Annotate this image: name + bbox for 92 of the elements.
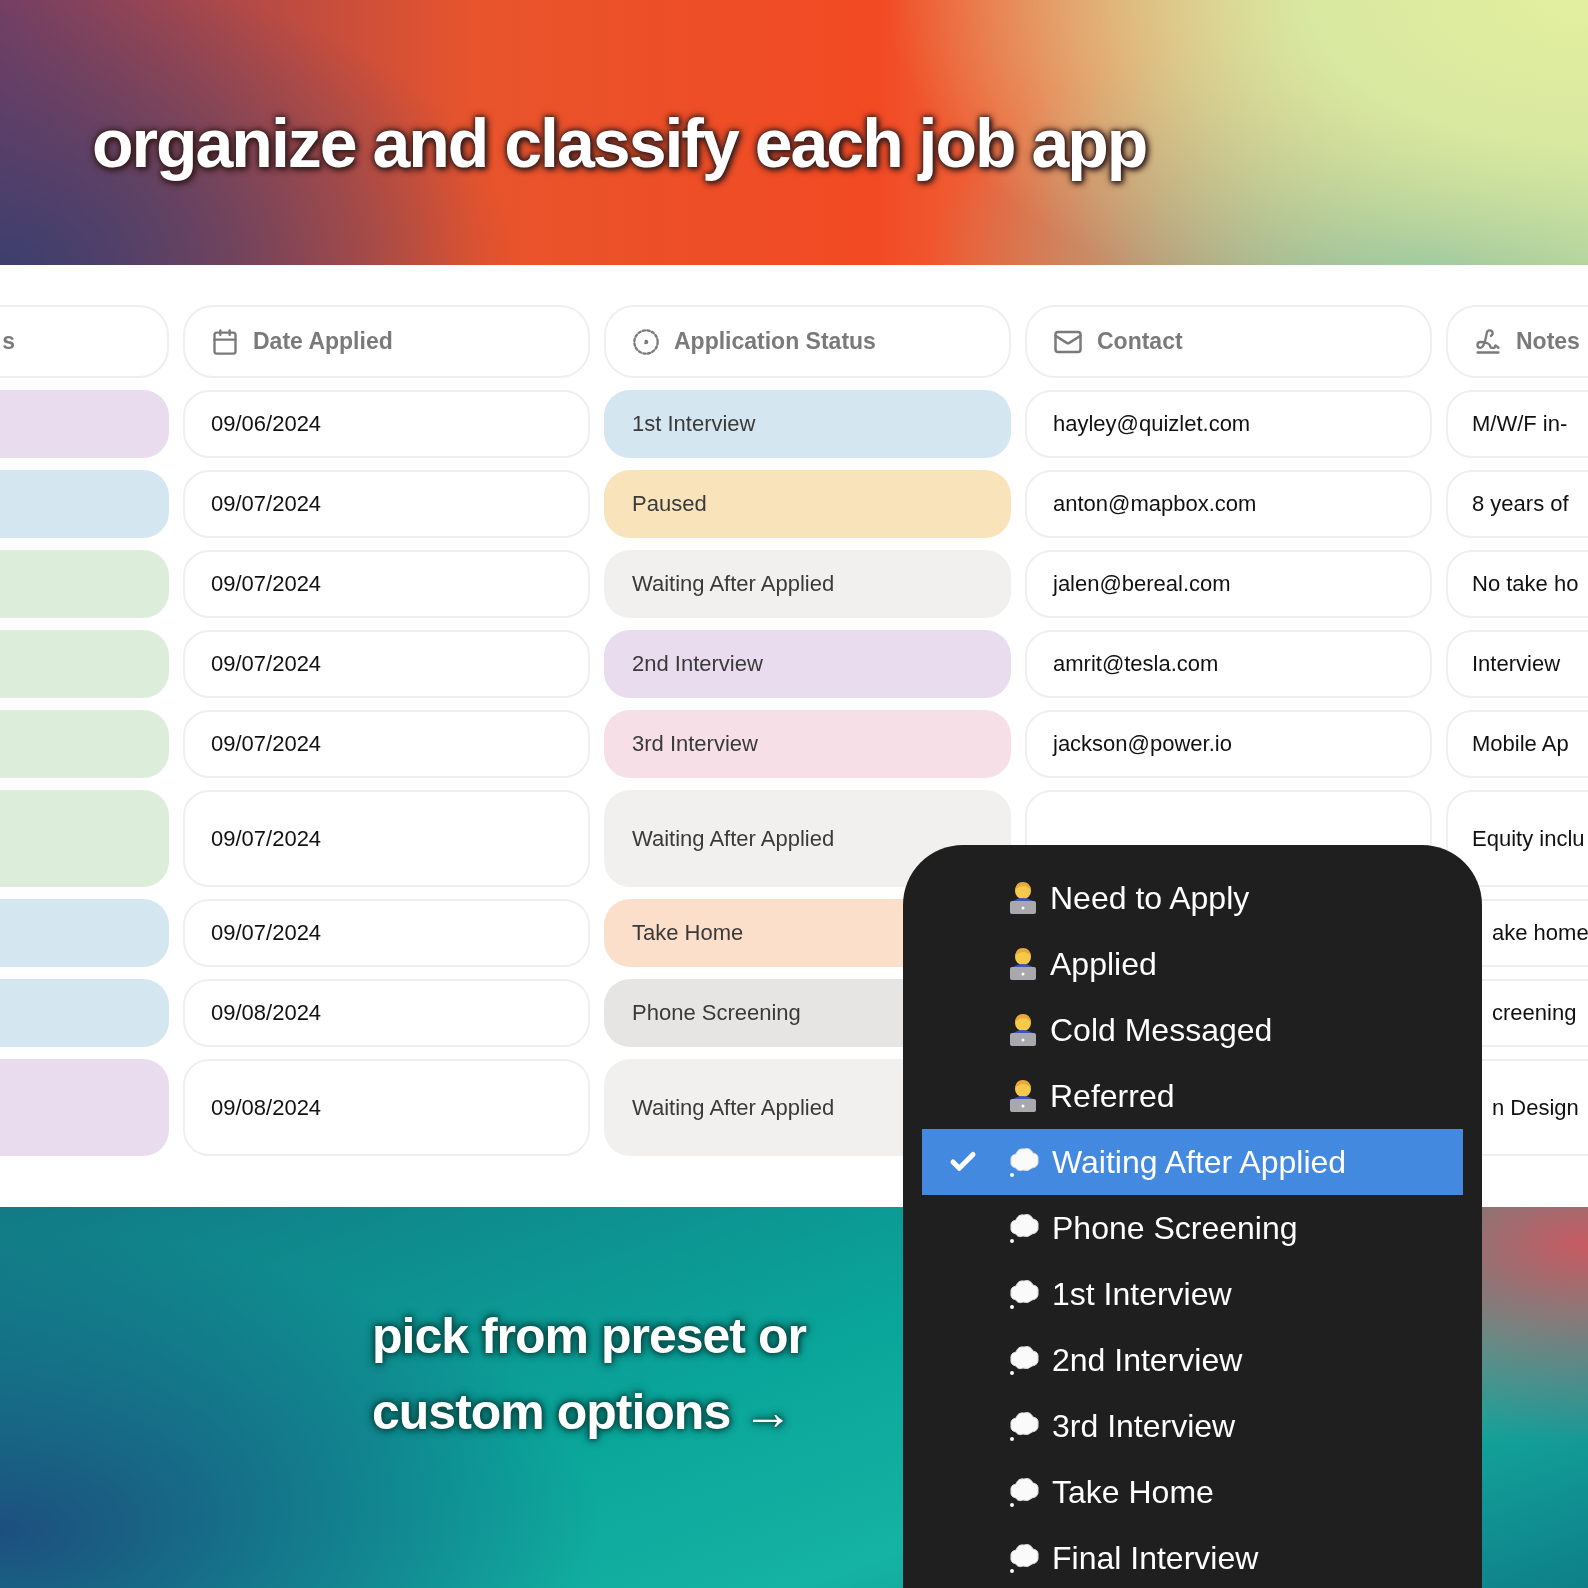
contact-email: jackson@power.io — [1053, 731, 1232, 757]
status-pill[interactable]: 3rd Interview — [604, 710, 1011, 778]
thought-bubble-icon — [1008, 1278, 1040, 1310]
status-pill[interactable]: Waiting After Applied — [604, 790, 1011, 887]
column-header[interactable]: s — [0, 305, 169, 378]
column-header-label: Contact — [1097, 328, 1183, 355]
date-cell[interactable]: 09/08/2024 — [183, 1059, 590, 1156]
status-text: Waiting After Applied — [632, 825, 835, 852]
notes-text: Interview — [1472, 651, 1561, 677]
dropdown-option[interactable]: 2nd Interview — [922, 1327, 1463, 1393]
dropdown-option[interactable]: Phone Screening — [922, 1195, 1463, 1261]
status-icon — [632, 327, 660, 356]
notes-text: ake home — [1492, 920, 1588, 946]
contact-cell[interactable]: anton@mapbox.com — [1025, 470, 1432, 538]
notes-cell[interactable]: Interview — [1446, 630, 1588, 698]
notes-cell[interactable]: M/W/F in- — [1446, 390, 1588, 458]
headline: organize and classify each job app — [92, 103, 1147, 182]
thought-bubble-icon — [1008, 1344, 1040, 1376]
person-laptop-icon — [1008, 1013, 1038, 1047]
column-header-label: Date Applied — [253, 328, 393, 355]
column-header[interactable]: Notes — [1446, 305, 1588, 378]
date-cell[interactable]: 09/08/2024 — [183, 979, 590, 1047]
date-text: 09/07/2024 — [211, 571, 322, 597]
notes-text: Mobile Ap — [1472, 731, 1569, 757]
status-text: 1st Interview — [632, 411, 756, 437]
dropdown-option[interactable]: 3rd Interview — [922, 1393, 1463, 1459]
notes-text: 8 years of — [1472, 491, 1569, 517]
notes-text: n Design — [1492, 1094, 1579, 1121]
date-text: 09/07/2024 — [211, 651, 322, 677]
notes-text: No take ho — [1472, 571, 1579, 597]
column-header[interactable]: Application Status — [604, 305, 1011, 378]
date-cell[interactable]: 09/07/2024 — [183, 899, 590, 967]
date-text: 09/07/2024 — [211, 825, 322, 852]
column-header-label: Application Status — [674, 328, 876, 355]
contact-email: jalen@bereal.com — [1053, 571, 1231, 597]
notes-cell[interactable]: 8 years of — [1446, 470, 1588, 538]
date-text: 09/08/2024 — [211, 1094, 322, 1121]
date-text: 09/07/2024 — [211, 491, 322, 517]
caption-line: custom options → — [372, 1383, 793, 1441]
column-header-label: s — [2, 328, 15, 355]
status-pill[interactable]: Waiting After Applied — [604, 550, 1011, 618]
status-text: Waiting After Applied — [632, 1094, 835, 1121]
column-header-label: Notes — [1516, 328, 1580, 355]
dropdown-option[interactable]: 1st Interview — [922, 1261, 1463, 1327]
date-cell[interactable]: 09/07/2024 — [183, 710, 590, 778]
status-text: Take Home — [632, 920, 744, 946]
notes-text: M/W/F in- — [1472, 411, 1568, 437]
dropdown-option[interactable]: Final Interview — [922, 1525, 1463, 1588]
contact-email: hayley@quizlet.com — [1053, 411, 1251, 437]
status-text: 3rd Interview — [632, 731, 758, 757]
caption-line: pick from preset or — [372, 1307, 806, 1365]
status-pill[interactable]: Paused — [604, 470, 1011, 538]
notes-cell[interactable]: Equity inclu — [1446, 790, 1588, 887]
date-text: 09/07/2024 — [211, 731, 322, 757]
column-header[interactable]: Date Applied — [183, 305, 590, 378]
contact-cell[interactable]: amrit@tesla.com — [1025, 630, 1432, 698]
thought-bubble-icon — [1008, 1146, 1040, 1178]
contact-email: amrit@tesla.com — [1053, 651, 1219, 677]
person-laptop-icon — [1008, 881, 1038, 915]
date-text: 09/08/2024 — [211, 1000, 322, 1026]
status-pill[interactable]: 2nd Interview — [604, 630, 1011, 698]
dropdown-option[interactable]: Take Home — [922, 1459, 1463, 1525]
thought-bubble-icon — [1008, 1542, 1040, 1574]
status-text: 2nd Interview — [632, 651, 763, 677]
date-cell[interactable]: 09/07/2024 — [183, 470, 590, 538]
contact-cell[interactable]: hayley@quizlet.com — [1025, 390, 1432, 458]
date-text: 09/07/2024 — [211, 920, 322, 946]
status-text: Waiting After Applied — [632, 571, 835, 597]
signature-icon — [1474, 327, 1502, 356]
date-cell[interactable]: 09/07/2024 — [183, 550, 590, 618]
column-header[interactable]: Contact — [1025, 305, 1432, 378]
calendar-icon — [211, 327, 239, 356]
contact-email: anton@mapbox.com — [1053, 491, 1257, 517]
contact-cell[interactable]: jalen@bereal.com — [1025, 550, 1432, 618]
contact-cell[interactable]: jackson@power.io — [1025, 710, 1432, 778]
date-text: 09/06/2024 — [211, 411, 322, 437]
person-laptop-icon — [1008, 1079, 1038, 1113]
notes-cell[interactable]: Mobile Ap — [1446, 710, 1588, 778]
date-cell[interactable]: 09/06/2024 — [183, 390, 590, 458]
status-pill[interactable]: 1st Interview — [604, 390, 1011, 458]
thought-bubble-icon — [1008, 1410, 1040, 1442]
date-cell[interactable]: 09/07/2024 — [183, 630, 590, 698]
date-cell[interactable]: 09/07/2024 — [183, 790, 590, 887]
status-text: Paused — [632, 491, 707, 517]
notes-text: creening — [1492, 1000, 1577, 1026]
dropdown-option[interactable]: Waiting After Applied — [922, 1129, 1463, 1195]
thought-bubble-icon — [1008, 1476, 1040, 1508]
notes-text: Equity inclu — [1472, 825, 1585, 852]
person-laptop-icon — [1008, 947, 1038, 981]
notes-cell[interactable]: No take ho — [1446, 550, 1588, 618]
status-text: Phone Screening — [632, 1000, 801, 1026]
thought-bubble-icon — [1008, 1212, 1040, 1244]
